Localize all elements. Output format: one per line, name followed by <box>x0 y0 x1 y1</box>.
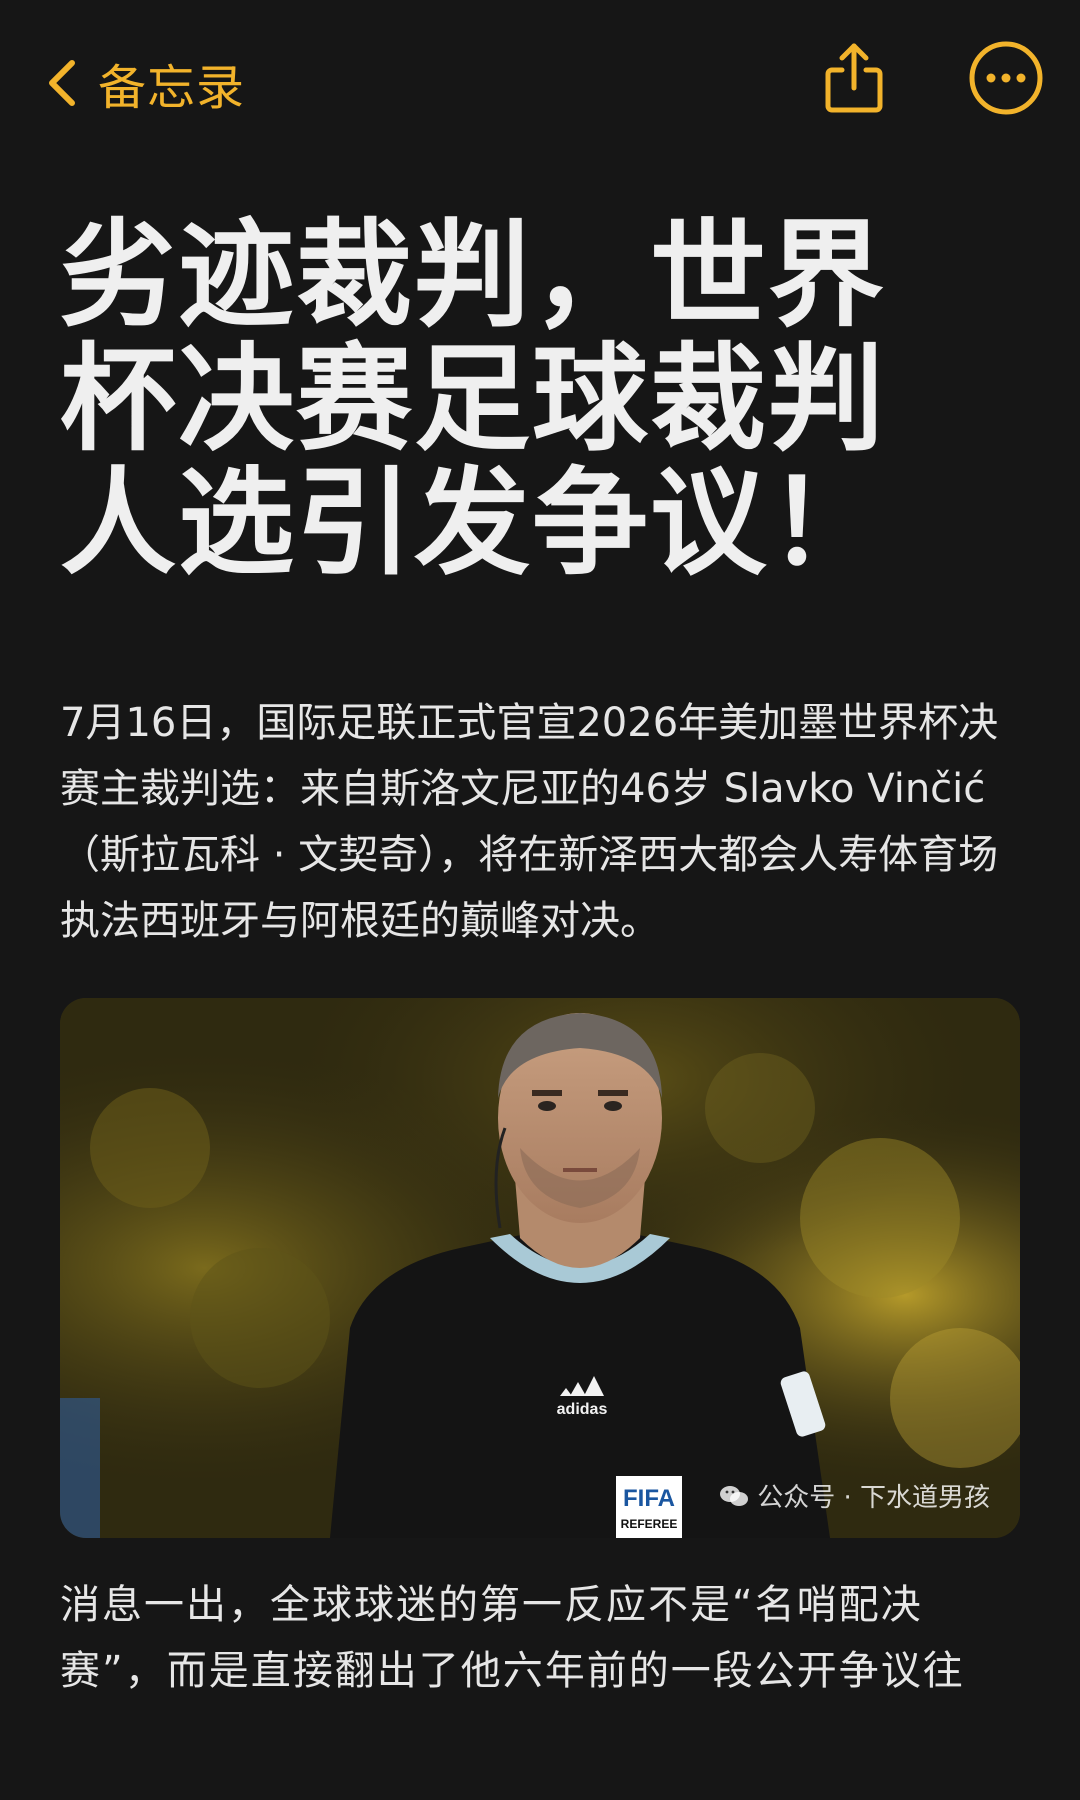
note-paragraph-2: 消息一出，全球球迷的第一反应不是“名哨配决赛”，而是直接翻出了他六年前的一段公开… <box>60 1582 965 1694</box>
badge-referee: REFEREE <box>621 1517 678 1531</box>
more-button[interactable] <box>968 40 1044 116</box>
badge-fifa: FIFA <box>623 1485 675 1512</box>
jersey-brand: adidas <box>557 1401 608 1418</box>
referee-photo-illustration: adidas FIFA REFEREE <box>60 998 1020 1538</box>
watermark: 公众号 · 下水道男孩 <box>719 1477 990 1514</box>
back-label: 备忘录 <box>98 60 246 116</box>
back-button[interactable]: 备忘录 <box>40 48 245 118</box>
note-title: 劣迹裁判，世界杯决赛足球裁判人选引发争议！ <box>60 208 886 591</box>
share-icon <box>825 43 883 113</box>
watermark-text: 公众号 · 下水道男孩 <box>757 1483 990 1513</box>
more-icon <box>969 41 1043 115</box>
referee-photo[interactable]: adidas FIFA REFEREE 公众号 · 下水道男孩 <box>60 998 1020 1538</box>
wechat-icon <box>720 1485 749 1506</box>
nav-bar: 备忘录 <box>0 0 1080 170</box>
chevron-left-icon <box>49 60 75 106</box>
share-button[interactable] <box>816 40 892 116</box>
note-paragraph-1: 7月16日，国际足联正式官宣2026年美加墨世界杯决赛主裁判选：来自斯洛文尼亚的… <box>60 700 999 944</box>
